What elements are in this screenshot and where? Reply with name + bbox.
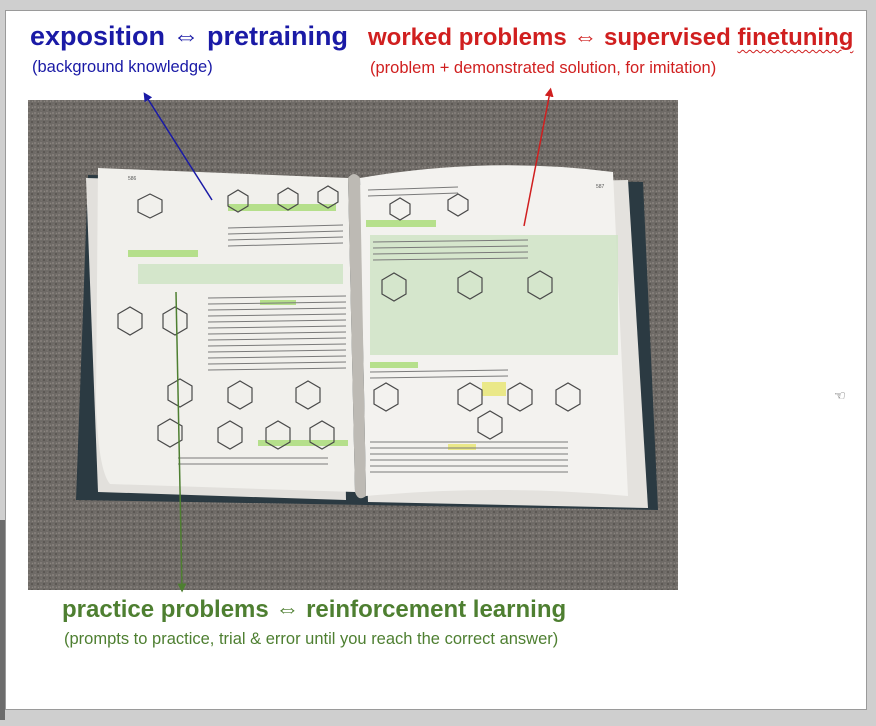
worked-problems-subtitle: (problem + demonstrated solution, for im… [370,59,717,77]
hand-cursor-icon: ☜ [834,388,846,403]
exposition-subtitle: (background knowledge) [32,58,213,76]
worked-title-main: worked problems ⇔ supervised [368,24,738,51]
exposition-title: exposition ⇔ pretraining [30,21,349,51]
worked-problems-title: worked problems ⇔ supervised finetuning [368,24,853,52]
textbook-photo: 586 587 [28,100,678,590]
practice-problems-subtitle: (prompts to practice, trial & error unti… [64,630,559,648]
right-page-number: 587 [596,184,605,190]
worked-title-last: finetuning [737,24,854,51]
left-page-number: 586 [128,176,137,182]
practice-problems-title: practice problems ⇔ reinforcement learni… [62,596,567,623]
